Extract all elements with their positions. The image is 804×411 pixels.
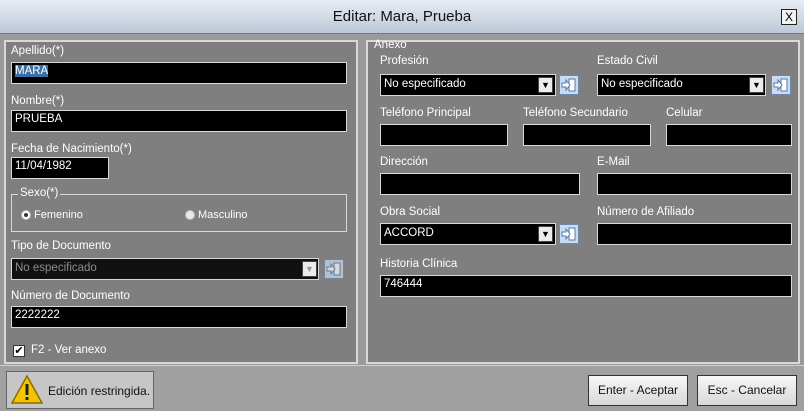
accept-button[interactable]: Enter - Aceptar [588, 375, 688, 406]
arrow-into-box-icon [561, 227, 576, 241]
tipo-doc-label: Tipo de Documento [11, 240, 111, 252]
warning-text: Edición restringida. [48, 384, 151, 398]
profesion-select[interactable]: No especificado [380, 74, 556, 96]
tel-principal-input[interactable] [380, 124, 508, 146]
warning-icon [10, 374, 44, 406]
apellido-label: Apellido(*) [11, 45, 65, 57]
tel-secundario-label: Teléfono Secundario [523, 107, 628, 119]
radio-masculino[interactable] [185, 210, 195, 220]
profesion-dropdown-arrow[interactable]: ▼ [538, 77, 553, 93]
sexo-legend: Sexo(*) [18, 187, 61, 199]
arrow-into-box-icon [561, 78, 576, 92]
tipo-doc-dropdown-arrow[interactable]: ▼ [302, 261, 317, 277]
direccion-label: Dirección [380, 156, 428, 168]
close-button[interactable]: X [781, 9, 797, 25]
profesion-label: Profesión [380, 55, 429, 67]
tel-secundario-input[interactable] [523, 124, 651, 146]
nombre-input[interactable]: PRUEBA [11, 110, 347, 132]
obra-social-go-button[interactable] [559, 224, 579, 244]
cancel-button[interactable]: Esc - Cancelar [697, 375, 797, 406]
apellido-value: MARA [15, 65, 49, 77]
tipo-doc-select[interactable]: No especificado [11, 258, 319, 280]
anexo-legend: Anexo [374, 39, 407, 51]
num-afiliado-label: Número de Afiliado [597, 206, 695, 218]
obra-social-select[interactable]: ACCORD [380, 223, 556, 245]
close-icon: X [784, 10, 793, 24]
ver-anexo-label[interactable]: F2 - Ver anexo [31, 344, 106, 356]
nombre-label: Nombre(*) [11, 95, 65, 107]
historia-label: Historia Clínica [380, 258, 458, 270]
email-input[interactable] [597, 173, 792, 195]
num-doc-input[interactable]: 2222222 [11, 306, 347, 328]
masculino-label[interactable]: Masculino [198, 209, 248, 221]
direccion-input[interactable] [380, 173, 580, 195]
profesion-go-button[interactable] [559, 75, 579, 95]
num-afiliado-input[interactable] [597, 223, 792, 245]
celular-input[interactable] [666, 124, 792, 146]
femenino-label[interactable]: Femenino [34, 209, 83, 221]
tipo-doc-go-button[interactable] [324, 259, 344, 279]
obra-social-dropdown-arrow[interactable]: ▼ [538, 226, 553, 242]
window-title: Editar: Mara, Prueba [332, 8, 472, 25]
celular-label: Celular [666, 107, 703, 119]
estado-civil-go-button[interactable] [771, 75, 791, 95]
fecha-input[interactable]: 11/04/1982 [11, 157, 109, 179]
fecha-label: Fecha de Nacimiento(*) [11, 143, 132, 155]
obra-social-label: Obra Social [380, 206, 441, 218]
arrow-into-box-icon [326, 262, 341, 276]
historia-input[interactable]: 746444 [380, 275, 792, 297]
ver-anexo-checkbox[interactable]: ✔ [13, 345, 25, 357]
num-doc-label: Número de Documento [11, 290, 130, 302]
apellido-input[interactable]: MARA [11, 62, 347, 84]
estado-civil-select[interactable]: No especificado [597, 74, 766, 96]
radio-femenino[interactable] [21, 210, 31, 220]
estado-civil-dropdown-arrow[interactable]: ▼ [749, 77, 764, 93]
tel-principal-label: Teléfono Principal [380, 107, 471, 119]
email-label: E-Mail [597, 156, 630, 168]
arrow-into-box-icon [773, 78, 788, 92]
estado-civil-label: Estado Civil [597, 55, 658, 67]
